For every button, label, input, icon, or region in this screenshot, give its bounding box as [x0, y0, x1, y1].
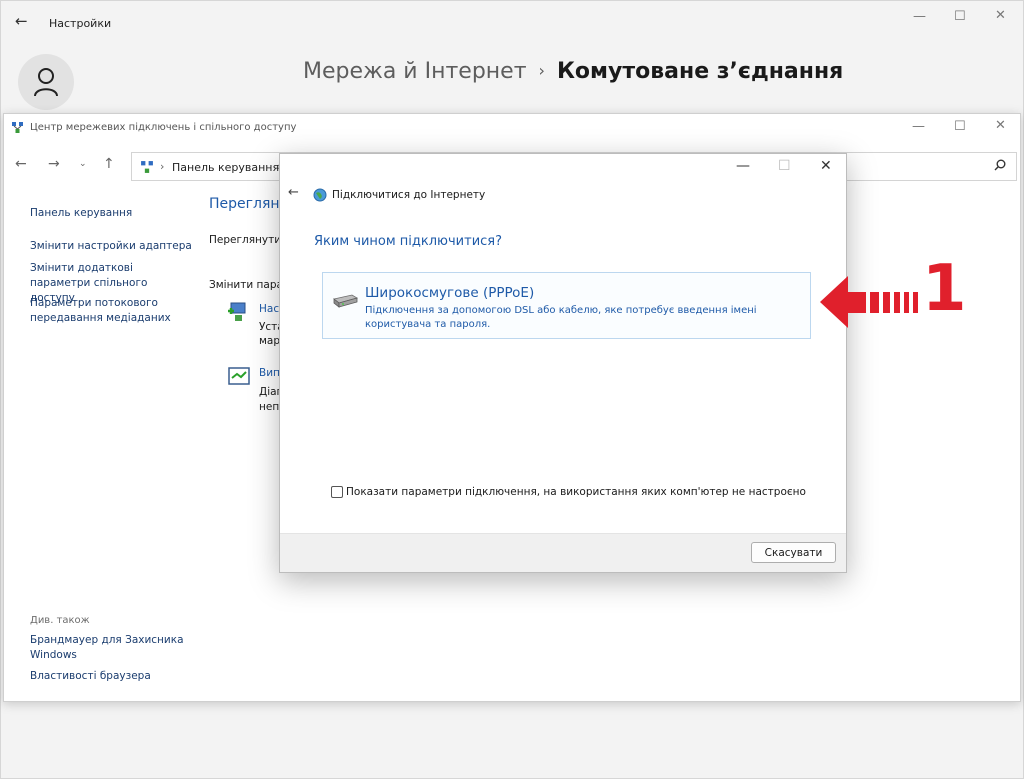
dialog-minimize-icon[interactable]: —	[736, 158, 750, 174]
sidebar-item-streaming[interactable]: Параметри потокового передавання медіада…	[30, 296, 195, 326]
breadcrumb: Мережа й Інтернет › Комутоване з’єднання	[303, 59, 843, 84]
change-text: Змінити пара	[209, 279, 283, 291]
breadcrumb-parent[interactable]: Мережа й Інтернет	[303, 59, 527, 84]
cp-minimize-icon[interactable]: —	[912, 119, 925, 134]
maximize-icon[interactable]: ☐	[954, 9, 966, 24]
sidebar-item-firewall[interactable]: Брандмауер для Захисника Windows	[30, 633, 190, 663]
troubleshoot-desc-2: неп	[259, 401, 280, 413]
setup-connection-link[interactable]: Нас	[259, 303, 279, 315]
view-text: Переглянути	[209, 234, 282, 246]
dialog-question: Яким чином підключитися?	[314, 234, 503, 249]
annotation-arrow-icon	[820, 276, 918, 328]
option-title: Широкосмугове (PPPoE)	[365, 285, 535, 301]
network-center-icon	[12, 122, 23, 133]
see-also-label: Див. також	[30, 615, 90, 626]
broadband-pppoe-option[interactable]: Широкосмугове (PPPoE) Підключення за доп…	[322, 272, 811, 339]
address-text[interactable]: Панель керування	[172, 161, 279, 174]
show-options-checkbox[interactable]	[331, 486, 343, 498]
cp-maximize-icon[interactable]: ☐	[954, 119, 966, 134]
sidebar-item-adapter[interactable]: Змінити настройки адаптера	[30, 239, 192, 254]
troubleshoot-link[interactable]: Вип	[259, 367, 280, 379]
search-icon[interactable]	[994, 159, 1006, 171]
cp-titlebar: Центр мережевих підключень і спільного д…	[4, 114, 1020, 144]
user-icon	[34, 68, 58, 97]
back-arrow-icon[interactable]: ←	[15, 12, 28, 30]
dialog-title: Підключитися до Інтернету	[332, 189, 486, 201]
show-options-label[interactable]: Показати параметри підключення, на викор…	[346, 486, 806, 498]
dialog-back-icon[interactable]: ←	[288, 185, 299, 200]
minimize-icon[interactable]: —	[913, 9, 926, 24]
modem-icon	[333, 294, 358, 308]
chevron-right-icon: ›	[160, 160, 165, 173]
annotation-number: 1	[922, 252, 967, 326]
nav-recent-chevron-icon[interactable]: ⌄	[79, 159, 87, 169]
dialog-footer: Скасувати	[280, 533, 846, 572]
connect-to-internet-dialog: — ☐ ✕ ← Підключитися до Інтернету Яким ч…	[279, 153, 847, 573]
setup-connection-desc-2: мар	[259, 335, 281, 347]
troubleshoot-icon	[228, 367, 250, 385]
sidebar-item-browser[interactable]: Властивості браузера	[30, 669, 151, 684]
dialog-maximize-icon: ☐	[778, 158, 791, 174]
page-title: Комутоване з’єднання	[556, 59, 844, 84]
nav-forward-icon[interactable]: →	[48, 156, 60, 172]
close-icon[interactable]: ✕	[995, 8, 1006, 23]
settings-app-title: Настройки	[49, 17, 112, 30]
cancel-button[interactable]: Скасувати	[751, 542, 836, 563]
new-connection-icon	[228, 302, 246, 321]
globe-icon	[313, 188, 327, 202]
chevron-right-icon: ›	[538, 61, 545, 80]
dialog-close-icon[interactable]: ✕	[820, 158, 832, 174]
cp-close-icon[interactable]: ✕	[995, 118, 1006, 133]
option-description: Підключення за допомогою DSL або кабелю,…	[365, 305, 757, 330]
nav-back-icon[interactable]: ←	[15, 156, 27, 172]
nav-up-icon[interactable]: ↑	[103, 156, 115, 172]
sidebar-item-home[interactable]: Панель керування	[30, 206, 132, 221]
control-panel-icon	[141, 161, 153, 173]
cp-window-title: Центр мережевих підключень і спільного д…	[30, 122, 297, 133]
settings-titlebar: ← Настройки — ☐ ✕	[1, 1, 1023, 41]
avatar[interactable]	[18, 54, 74, 110]
